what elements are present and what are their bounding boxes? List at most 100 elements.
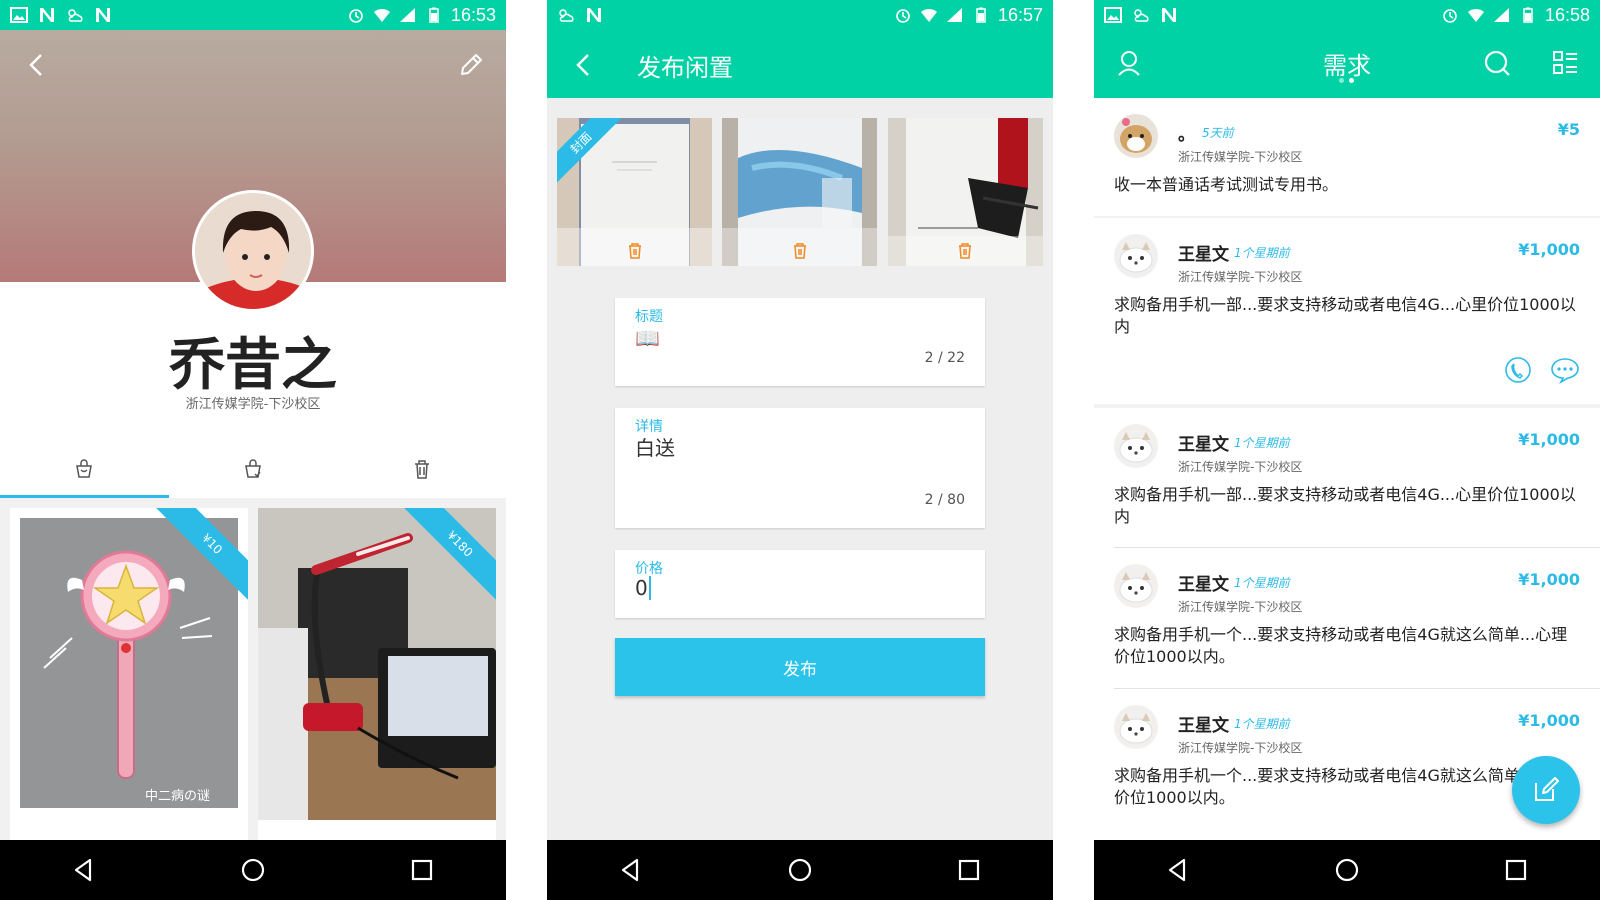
new-request-fab[interactable] [1512,756,1580,824]
wifi-icon [373,8,390,22]
photo-thumb[interactable] [887,118,1043,266]
detail-field[interactable]: 详情 白送 2 / 80 [615,408,985,528]
user-name: 乔昔之 [169,333,337,398]
system-nav-bar [0,840,506,900]
alarm-icon [896,9,910,23]
list-item[interactable]: 王星文 1个星期前 ¥1,000 浙江传媒学院-下沙校区 求购备用手机一部...… [1094,408,1600,548]
n-notification-icon [587,8,601,22]
delete-photo-icon[interactable] [957,242,973,260]
detail-field-counter: 2 / 80 [924,492,965,508]
avatar [1114,564,1158,608]
price-field-label: 价格 [635,561,663,577]
request-price: ¥5 [1557,120,1580,139]
basket-heart-icon [245,459,261,478]
alarm-icon [1443,9,1457,23]
requester-name: 王星文 [1178,575,1229,595]
price-field[interactable]: 价格 0 [615,550,985,618]
request-text: 求购备用手机一个...要求支持移动或者电信4G就这么简单...心理价位1000以… [1114,625,1568,666]
publish-button[interactable]: 发布 [615,638,985,696]
back-icon[interactable] [22,50,52,80]
trash-icon [414,460,429,479]
list-item[interactable]: 。 5天前 ¥5 浙江传媒学院-下沙校区 收一本普通话考试测试专用书。 [1094,98,1600,216]
requester-school: 浙江传媒学院-下沙校区 [1178,270,1303,284]
requester-school: 浙江传媒学院-下沙校区 [1178,741,1303,755]
request-price: ¥1,000 [1518,711,1580,730]
weather-icon [1134,9,1149,22]
title-field-value[interactable]: 📖 [635,326,660,350]
request-list: 。 5天前 ¥5 浙江传媒学院-下沙校区 收一本普通话考试测试专用书。 王星文 … [1094,98,1600,840]
weather-icon [68,9,83,22]
avatar [1114,705,1158,749]
alarm-icon [349,9,363,23]
battery-icon [976,7,986,23]
item-card[interactable]: 中二病の谜 ¥10 [10,508,248,840]
page-dots [1339,78,1354,83]
status-bar: 16:58 [1094,0,1600,30]
requester-school: 浙江传媒学院-下沙校区 [1178,460,1303,474]
phone-call-icon[interactable] [1504,356,1532,384]
title-field[interactable]: 标题 📖 2 / 22 [615,298,985,386]
avatar [1114,234,1158,278]
nav-recents-icon[interactable] [1502,856,1530,884]
signal-icon [1493,8,1509,22]
nav-home-icon[interactable] [239,856,267,884]
delete-photo-icon[interactable] [627,242,643,260]
app-bar [547,30,1053,98]
status-time: 16:58 [1544,4,1590,25]
photo-thumb[interactable] [722,118,878,266]
system-nav-bar [1094,840,1600,900]
nav-back-icon[interactable] [70,856,98,884]
requester-school: 浙江传媒学院-下沙校区 [1178,150,1303,164]
item-grid: 中二病の谜 ¥10 ¥180 [0,498,506,840]
item-photo-wand: 中二病の谜 [20,518,238,808]
requester-name: 。 [1178,125,1195,145]
avatar[interactable] [192,190,314,312]
requester-school: 浙江传媒学院-下沙校区 [1178,600,1303,614]
request-text: 求购备用手机一部...要求支持移动或者电信4G...心里价位1000以内 [1114,295,1576,336]
nav-recents-icon[interactable] [408,856,436,884]
request-text: 求购备用手机一部...要求支持移动或者电信4G...心里价位1000以内 [1114,485,1576,526]
signal-icon [946,8,962,22]
image-notification-icon [1104,7,1122,23]
tab-on-sale[interactable] [0,440,169,498]
request-price: ¥1,000 [1518,430,1580,449]
photo-thumb[interactable]: 封面 [557,118,712,266]
requester-name: 王星文 [1178,716,1229,736]
list-item[interactable]: 王星文 1个星期前 ¥1,000 浙江传媒学院-下沙校区 求购备用手机一部...… [1094,218,1600,404]
menu-grid-icon[interactable] [1550,48,1580,78]
title-field-counter: 2 / 22 [924,350,965,366]
battery-icon [1523,7,1533,23]
request-price: ¥1,000 [1518,570,1580,589]
profile-screen: 16:53 乔昔之 浙江传媒学院-下沙校区 中二病の谜 ¥10 ¥180 [0,0,506,900]
request-time: 1个星期前 [1234,717,1290,731]
n-notification-icon [1162,8,1176,22]
request-text: 收一本普通话考试测试专用书。 [1114,175,1339,194]
nav-recents-icon[interactable] [955,856,983,884]
message-icon[interactable] [1550,356,1580,384]
nav-home-icon[interactable] [1333,856,1361,884]
tab-deleted[interactable] [337,440,506,498]
delete-photo-icon[interactable] [792,242,808,260]
profile-tabs [0,440,506,498]
n-notification-icon [40,8,54,22]
avatar [1114,114,1158,158]
search-icon[interactable] [1482,48,1512,78]
nav-home-icon[interactable] [786,856,814,884]
back-icon[interactable] [569,50,599,80]
request-price: ¥1,000 [1518,240,1580,259]
nav-back-icon[interactable] [1164,856,1192,884]
status-bar: 16:57 [547,0,1053,30]
list-item[interactable]: 王星文 1个星期前 ¥1,000 浙江传媒学院-下沙校区 求购备用手机一个...… [1094,548,1600,689]
photo-strip: 封面 [557,118,1043,266]
detail-field-value[interactable]: 白送 [635,432,675,461]
request-time: 1个星期前 [1234,436,1290,450]
requester-name: 王星文 [1178,245,1229,265]
tab-favorites[interactable] [169,440,338,498]
request-text: 求购备用手机一个...要求支持移动或者电信4G就这么简单...心理价位1000以… [1114,766,1568,807]
edit-pencil-icon[interactable] [456,50,486,80]
battery-icon [429,7,439,23]
nav-back-icon[interactable] [617,856,645,884]
n-notification-icon [96,8,110,22]
item-card[interactable]: ¥180 [258,508,496,840]
price-field-value[interactable]: 0 [635,576,651,600]
